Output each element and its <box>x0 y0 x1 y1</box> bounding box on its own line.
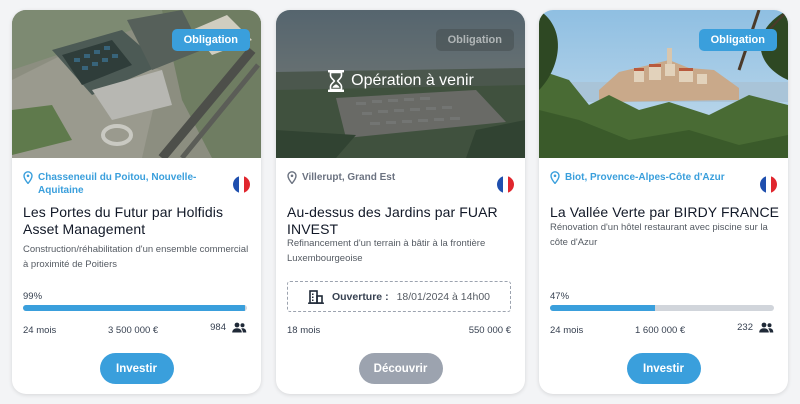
category-badge: Obligation <box>435 29 514 51</box>
progress-bar <box>23 305 247 311</box>
france-flag-icon <box>760 176 777 193</box>
opening-label: Ouverture : <box>331 290 389 303</box>
project-card[interactable]: Obligation Opération à venir Villerupt, … <box>276 10 525 394</box>
location-pin-icon <box>23 171 33 184</box>
progress-label: 47% <box>550 291 570 302</box>
project-image[interactable]: Obligation Opération à venir <box>276 10 525 158</box>
project-stats: 24 mois 3 500 000 € 984 <box>23 322 247 338</box>
investors: 232 <box>737 322 774 333</box>
project-title[interactable]: Au-dessus des Jardins par FUAR INVEST <box>287 204 517 238</box>
discover-button[interactable]: Découvrir <box>358 353 443 384</box>
people-icon <box>759 322 774 333</box>
opening-date: 18/01/2024 à 14h00 <box>396 290 491 303</box>
category-badge: Obligation <box>698 29 777 51</box>
location-text: Villerupt, Grand Est <box>302 172 396 183</box>
france-flag-icon <box>497 176 514 193</box>
duration: 24 mois <box>23 325 57 336</box>
hourglass-icon <box>328 70 345 92</box>
project-description: Construction/réhabilitation d'un ensembl… <box>23 244 249 270</box>
location: Chasseneuil du Poitou, Nouvelle-Aquitain… <box>23 171 213 197</box>
progress-label: 99% <box>23 291 43 302</box>
project-stats: 24 mois 1 600 000 € 232 <box>550 322 774 338</box>
amount: 1 600 000 € <box>635 325 686 336</box>
invest-button[interactable]: Investir <box>626 353 701 384</box>
people-icon <box>232 322 247 333</box>
location: Villerupt, Grand Est <box>287 171 477 184</box>
location-text: Chasseneuil du Poitou, Nouvelle-Aquitain… <box>38 172 197 196</box>
duration: 18 mois <box>287 325 321 336</box>
project-description: Rénovation d'un hôtel restaurant avec pi… <box>550 222 768 248</box>
location-text: Biot, Provence-Alpes-Côte d'Azur <box>565 172 725 183</box>
location-pin-icon <box>287 171 297 184</box>
progress-bar <box>550 305 774 311</box>
project-image[interactable]: Obligation <box>539 10 788 158</box>
project-stats: 18 mois 550 000 € <box>287 322 511 338</box>
investor-count: 984 <box>210 322 226 333</box>
location: Biot, Provence-Alpes-Côte d'Azur <box>550 171 750 184</box>
project-card[interactable]: Obligation Biot, Provence-Alpes-Côte d'A… <box>539 10 788 394</box>
progress-fill <box>23 305 245 311</box>
location-pin-icon <box>550 171 560 184</box>
project-title[interactable]: Les Portes du Futur par Holfidis Asset M… <box>23 204 253 238</box>
upcoming-text: Opération à venir <box>351 72 474 89</box>
france-flag-icon <box>233 176 250 193</box>
category-badge: Obligation <box>171 29 250 51</box>
invest-button[interactable]: Investir <box>99 353 174 384</box>
progress-fill <box>550 305 656 311</box>
project-image[interactable]: Obligation <box>12 10 261 158</box>
duration: 24 mois <box>550 325 584 336</box>
amount: 3 500 000 € <box>108 325 159 336</box>
project-card[interactable]: Obligation Chasseneuil du Poitou, Nouvel… <box>12 10 261 394</box>
opening-date-box: Ouverture : 18/01/2024 à 14h00 <box>287 281 511 312</box>
investor-count: 232 <box>737 322 753 333</box>
building-icon <box>307 289 324 304</box>
project-title[interactable]: La Vallée Verte par BIRDY FRANCE <box>550 204 780 221</box>
amount: 550 000 € <box>468 325 511 336</box>
upcoming-status: Opération à venir <box>276 69 525 93</box>
investors: 984 <box>210 322 247 333</box>
project-description: Refinancement d'un terrain à bâtir à la … <box>287 238 486 264</box>
